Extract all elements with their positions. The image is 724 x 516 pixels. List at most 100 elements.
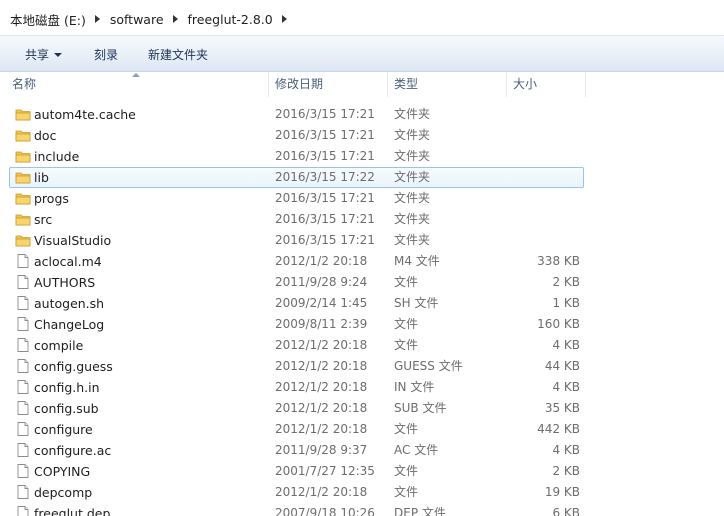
file-size: 160 KB	[537, 317, 580, 331]
file-row[interactable]: include 2016/3/15 17:21 文件夹	[0, 146, 724, 167]
file-date: 2012/1/2 20:18	[275, 422, 368, 436]
file-name: COPYING	[34, 464, 91, 479]
file-type: 文件夹	[394, 149, 431, 163]
file-type: 文件夹	[394, 170, 431, 184]
file-row[interactable]: VisualStudio 2016/3/15 17:21 文件夹	[0, 230, 724, 251]
file-icon	[15, 316, 31, 332]
file-row[interactable]: lib 2016/3/15 17:22 文件夹	[0, 167, 724, 188]
file-size	[506, 188, 580, 209]
file-name: config.guess	[34, 359, 113, 374]
file-date: 2016/3/15 17:21	[275, 233, 375, 247]
folder-icon	[15, 127, 31, 143]
file-name: ChangeLog	[34, 317, 105, 332]
file-date: 2016/3/15 17:21	[275, 191, 375, 205]
file-row[interactable]: progs 2016/3/15 17:21 文件夹	[0, 188, 724, 209]
file-size: 35 KB	[544, 401, 580, 415]
file-name: aclocal.m4	[34, 254, 102, 269]
file-date: 2001/7/27 12:35	[275, 464, 375, 478]
file-row[interactable]: compile 2012/1/2 20:18 文件 4 KB	[0, 335, 724, 356]
file-size	[506, 146, 580, 167]
file-row[interactable]: depcomp 2012/1/2 20:18 文件 19 KB	[0, 482, 724, 503]
file-date: 2012/1/2 20:18	[275, 380, 368, 394]
file-size: 338 KB	[537, 254, 580, 268]
file-type: 文件	[394, 464, 419, 478]
breadcrumb-drive[interactable]: 本地磁盘 (E:)	[10, 10, 86, 29]
file-row[interactable]: config.sub 2012/1/2 20:18 SUB 文件 35 KB	[0, 398, 724, 419]
file-name: include	[34, 149, 80, 164]
file-row[interactable]: configure 2012/1/2 20:18 文件 442 KB	[0, 419, 724, 440]
column-header-row: 名称 修改日期 类型 大小	[0, 72, 724, 97]
folder-icon	[15, 106, 31, 122]
file-date: 2009/8/11 2:39	[275, 317, 368, 331]
file-row[interactable]: AUTHORS 2011/9/28 9:24 文件 2 KB	[0, 272, 724, 293]
file-icon	[15, 253, 31, 269]
file-row[interactable]: autom4te.cache 2016/3/15 17:21 文件夹	[0, 104, 724, 125]
file-icon	[15, 421, 31, 437]
file-icon	[15, 484, 31, 500]
file-name: compile	[34, 338, 84, 353]
file-row[interactable]: aclocal.m4 2012/1/2 20:18 M4 文件 338 KB	[0, 251, 724, 272]
file-name: lib	[34, 170, 49, 185]
file-date: 2016/3/15 17:21	[275, 107, 375, 121]
file-type: 文件	[394, 422, 419, 436]
file-row[interactable]: configure.ac 2011/9/28 9:37 AC 文件 4 KB	[0, 440, 724, 461]
chevron-down-icon	[54, 53, 63, 57]
address-bar[interactable]: 本地磁盘 (E:) software freeglut-2.8.0	[0, 0, 724, 36]
file-row[interactable]: freeglut.dep 2007/9/18 10:26 DEP 文件 6 KB	[0, 503, 724, 516]
column-header-size[interactable]: 大小	[506, 72, 586, 97]
file-type: 文件夹	[394, 233, 431, 247]
file-size: 4 KB	[552, 380, 580, 394]
file-date: 2016/3/15 17:21	[275, 149, 375, 163]
file-date: 2016/3/15 17:21	[275, 128, 375, 142]
file-icon	[15, 337, 31, 353]
file-date: 2012/1/2 20:18	[275, 359, 368, 373]
burn-button[interactable]: 刻录	[94, 46, 118, 63]
file-icon	[15, 379, 31, 395]
file-size	[506, 104, 580, 125]
file-date: 2012/1/2 20:18	[275, 254, 368, 268]
file-row[interactable]: config.h.in 2012/1/2 20:18 IN 文件 4 KB	[0, 377, 724, 398]
file-name: autogen.sh	[34, 296, 105, 311]
file-row[interactable]: doc 2016/3/15 17:21 文件夹	[0, 125, 724, 146]
column-header-type[interactable]: 类型	[387, 72, 506, 97]
file-size: 4 KB	[552, 443, 580, 457]
file-date: 2012/1/2 20:18	[275, 485, 368, 499]
file-row[interactable]: config.guess 2012/1/2 20:18 GUESS 文件 44 KB	[0, 356, 724, 377]
file-icon	[15, 463, 31, 479]
file-name: src	[34, 212, 53, 227]
file-name: VisualStudio	[34, 233, 112, 248]
file-icon	[15, 505, 31, 516]
file-size: 44 KB	[544, 359, 580, 373]
breadcrumb-separator-icon[interactable]	[172, 15, 178, 23]
new-folder-label: 新建文件夹	[148, 48, 209, 62]
new-folder-button[interactable]: 新建文件夹	[148, 46, 208, 63]
file-type: AC 文件	[394, 443, 439, 457]
file-row[interactable]: ChangeLog 2009/8/11 2:39 文件 160 KB	[0, 314, 724, 335]
breadcrumb: 本地磁盘 (E:) software freeglut-2.8.0	[10, 10, 297, 28]
breadcrumb-freeglut[interactable]: freeglut-2.8.0	[188, 12, 273, 27]
breadcrumb-software[interactable]: software	[110, 12, 164, 27]
file-type: 文件夹	[394, 191, 431, 205]
file-name: configure	[34, 422, 93, 437]
file-row[interactable]: src 2016/3/15 17:21 文件夹	[0, 209, 724, 230]
folder-icon	[15, 211, 31, 227]
file-size: 4 KB	[552, 338, 580, 352]
file-list[interactable]: autom4te.cache 2016/3/15 17:21 文件夹 doc 2016/…	[0, 104, 724, 516]
file-date: 2011/9/28 9:37	[275, 443, 368, 457]
file-size	[506, 209, 580, 230]
file-icon	[15, 295, 31, 311]
file-type: IN 文件	[394, 380, 435, 394]
file-size: 442 KB	[537, 422, 580, 436]
file-type: 文件夹	[394, 212, 431, 226]
file-name: autom4te.cache	[34, 107, 136, 122]
file-row[interactable]: autogen.sh 2009/2/14 1:45 SH 文件 1 KB	[0, 293, 724, 314]
file-name: configure.ac	[34, 443, 112, 458]
file-date: 2016/3/15 17:21	[275, 212, 375, 226]
breadcrumb-separator-icon[interactable]	[94, 15, 100, 23]
file-size: 1 KB	[552, 296, 580, 310]
file-row[interactable]: COPYING 2001/7/27 12:35 文件 2 KB	[0, 461, 724, 482]
column-header-date[interactable]: 修改日期	[268, 72, 387, 97]
breadcrumb-separator-icon[interactable]	[281, 15, 287, 23]
share-button[interactable]: 共享	[25, 46, 63, 63]
file-type: M4 文件	[394, 254, 440, 268]
